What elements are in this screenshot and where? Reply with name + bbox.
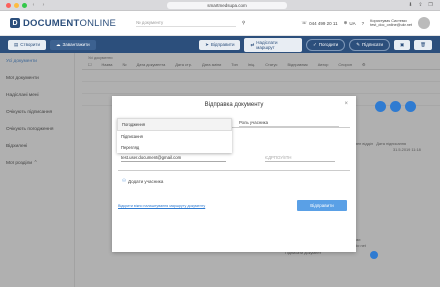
back-icon[interactable]: ‹ (30, 2, 37, 8)
logo-icon: D (10, 18, 20, 28)
option-signing[interactable]: Підписання (117, 131, 232, 142)
avatar[interactable] (418, 17, 430, 29)
create-button[interactable]: ▤ Створити (8, 39, 47, 50)
inn-field[interactable]: ЄДРПОУ/ІПН (265, 155, 335, 162)
user-email: test_doc_online@ukr.net (370, 23, 412, 27)
check-icon: ✓ (313, 41, 317, 47)
doc-number-search[interactable]: № документу (136, 19, 236, 27)
status-b: Дата підписання (376, 141, 407, 146)
modal-title: Відправка документу (204, 102, 264, 108)
app-header: D DOCUMENTONLINE № документу ⚲ ☏ 044 499 … (0, 11, 440, 36)
add-user-icon: ⚇ (122, 178, 127, 183)
route-icon: ⇄ (250, 41, 255, 47)
upload-button[interactable]: ☁ Завантажити (50, 39, 96, 50)
language-switch[interactable]: UA (349, 21, 355, 26)
sign-doc-icon[interactable] (370, 251, 378, 259)
pin-icon[interactable] (375, 101, 386, 112)
logo-sub: ONLINE (79, 17, 117, 29)
share-icon[interactable]: ⇪ (417, 2, 424, 8)
send-icon: ➤ (205, 41, 209, 47)
add-participant-button[interactable]: ⚇ Додати учасника (122, 178, 163, 184)
search-icon[interactable]: ⚲ (242, 20, 245, 26)
cloud-icon: ☁ (56, 41, 61, 47)
minimize-window-icon[interactable] (14, 2, 19, 8)
transfer-route-button[interactable]: ⇄ Надіслати маршрут (244, 37, 302, 52)
trash-icon[interactable]: 🗑 (414, 39, 432, 50)
close-icon[interactable]: × (344, 101, 348, 107)
url-text: smartmedsupa.com (167, 1, 287, 9)
phone-number: 044 499 20 11 (309, 20, 338, 26)
globe-icon: ⊕ (343, 20, 348, 25)
check-circle-icon[interactable] (405, 101, 416, 112)
option-approval[interactable]: Погодження (117, 118, 232, 131)
forward-icon[interactable]: › (40, 2, 47, 8)
role-select[interactable]: Роль учасника (239, 120, 339, 127)
send-submit-button[interactable]: Відправити (297, 200, 347, 211)
send-document-modal: Відправка документу × Погодження Підписа… (112, 96, 356, 252)
route-settings-link[interactable]: Відкрити вікно налаштування маршруту док… (118, 204, 205, 208)
download-icon[interactable]: ⬇ (407, 2, 414, 8)
maximize-window-icon[interactable] (22, 2, 27, 8)
toolbar: ▤ Створити ☁ Завантажити ➤ Відправити ⇄ Наді… (0, 36, 440, 53)
browser-chrome: ‹ › smartmedsupa.com ⬇ ⇪ ❐ (0, 0, 440, 11)
save-icon[interactable]: ▣ (394, 39, 411, 50)
option-view[interactable]: Перегляд (117, 142, 232, 153)
status-date: 31.5.2019 11:18 (393, 147, 421, 152)
tabs-icon[interactable]: ❐ (427, 2, 434, 8)
approve-button[interactable]: ✓ Погодити (306, 38, 346, 51)
help-icon[interactable]: ? (362, 21, 365, 26)
send-button[interactable]: ➤ Відправити (199, 39, 241, 50)
file-icon: ▤ (14, 41, 19, 47)
app: D DOCUMENTONLINE № документу ⚲ ☏ 044 499 … (0, 11, 440, 287)
action-type-dropdown[interactable]: Погодження Підписання Перегляд (117, 118, 232, 153)
status-a: вен відділ (355, 141, 374, 146)
edit-icon[interactable] (390, 101, 401, 112)
logo-main: DOCUMENT (23, 17, 80, 29)
address-bar[interactable]: smartmedsupa.com (50, 1, 404, 9)
pen-icon: ✎ (356, 41, 360, 47)
close-window-icon[interactable] (6, 2, 11, 8)
phone-icon: ☏ (301, 20, 308, 25)
logo[interactable]: D DOCUMENTONLINE (10, 18, 130, 29)
sign-button[interactable]: ✎ Підписати (349, 38, 391, 51)
email-field[interactable]: test.user.document@gmail.com (121, 155, 226, 162)
